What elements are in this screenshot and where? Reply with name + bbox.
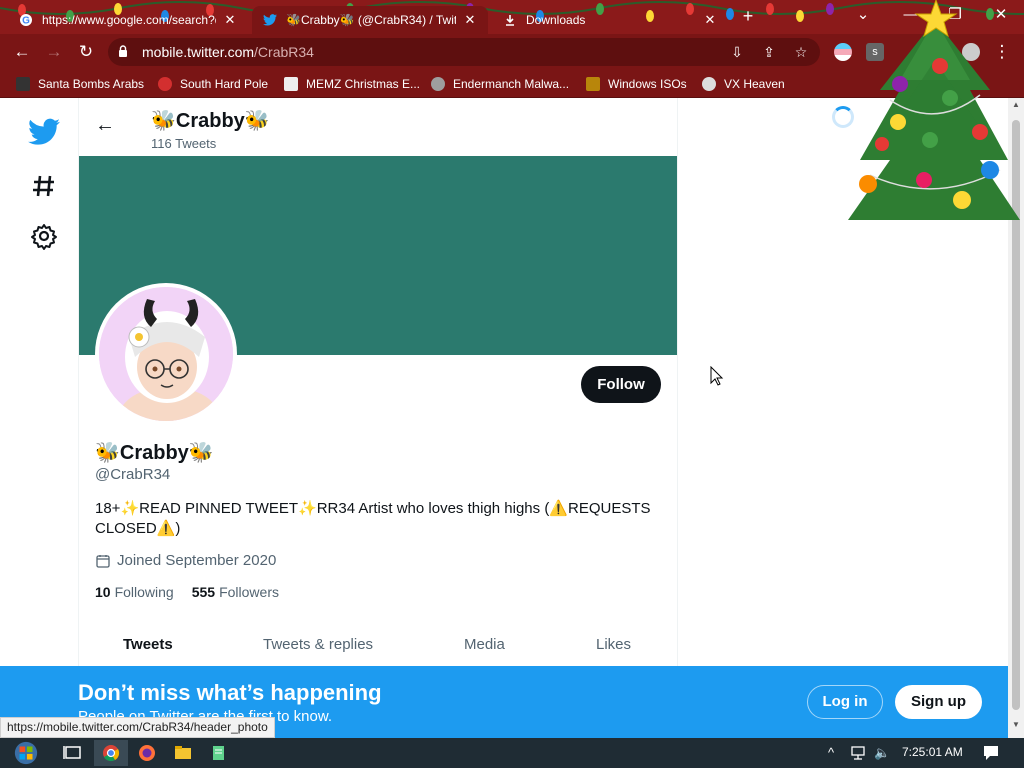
google-icon: G — [18, 12, 34, 28]
lock-icon — [119, 45, 127, 57]
followers-count: 555 — [191, 584, 216, 600]
task-view-icon[interactable] — [56, 740, 90, 766]
windows-taskbar: ^ 🔈 7:25:01 AM — [0, 738, 1024, 768]
profile-bio: 18+✨READ PINNED TWEET✨RR34 Artist who lo… — [95, 500, 651, 537]
follow-button[interactable]: Follow — [581, 366, 661, 403]
tab-label: Downloads — [526, 13, 586, 27]
bookmark-item[interactable]: MEMZ Christmas E... — [284, 75, 420, 93]
url-host: mobile.twitter.com — [142, 44, 255, 60]
bookmark-item[interactable]: Endermanch Malwa... — [431, 75, 569, 93]
taskbar-clock[interactable]: 7:25:01 AM — [902, 745, 963, 759]
address-bar[interactable]: mobile.twitter.com/CrabR34 ⇩ ⇪ ☆ — [108, 38, 820, 66]
tab-likes[interactable]: Likes — [596, 636, 631, 653]
install-app-icon[interactable]: ⇩ — [728, 43, 746, 61]
tab-google-search[interactable]: G https://www.google.com/search?q= ✕ — [8, 6, 248, 34]
network-icon[interactable] — [850, 745, 868, 761]
bookmark-item[interactable]: VX Heaven — [702, 75, 785, 93]
screen: G https://www.google.com/search?q= ✕ 🐝Cr… — [0, 0, 1024, 768]
svg-text:G: G — [22, 16, 30, 27]
vx-heaven-icon — [702, 77, 716, 91]
download-icon — [502, 12, 518, 28]
profile-header-bar: ← 🐝Crabby🐝 116 Tweets — [79, 98, 677, 156]
tab-media[interactable]: Media — [464, 636, 505, 653]
bookmark-item[interactable]: Santa Bombs Arabs — [16, 75, 144, 93]
bookmark-label: Santa Bombs Arabs — [38, 77, 145, 91]
bookmark-item[interactable]: Windows ISOs — [586, 75, 687, 93]
follow-stats: 10 Following 555 Followers — [95, 584, 279, 600]
memz-icon — [284, 77, 298, 91]
column-divider — [677, 98, 678, 668]
reload-icon[interactable]: ↻ — [74, 40, 98, 64]
joined-text: Joined September 2020 — [117, 552, 277, 569]
following-label: Following — [114, 584, 174, 600]
back-arrow-icon[interactable]: ← — [93, 114, 117, 138]
profile-name: 🐝Crabby🐝 — [95, 442, 214, 464]
promo-title: Don’t miss what’s happening — [78, 680, 382, 705]
tab-downloads[interactable]: Downloads ✕ — [492, 6, 728, 34]
volume-icon[interactable]: 🔈 — [874, 745, 890, 761]
bomb-icon — [16, 77, 30, 91]
avatar[interactable] — [95, 283, 237, 425]
notepad-icon[interactable] — [202, 740, 236, 766]
new-tab-button[interactable]: + — [738, 6, 758, 28]
followers-link[interactable]: 555 Followers — [192, 584, 279, 600]
start-button-icon[interactable] — [6, 740, 46, 766]
share-icon[interactable]: ⇪ — [760, 43, 778, 61]
bookmark-label: Windows ISOs — [608, 77, 687, 91]
profile-tabs: Tweets Tweets & replies Media Likes — [79, 626, 677, 668]
tab-label: 🐝Crabby🐝 (@CrabR34) / Twitter — [286, 13, 456, 27]
twitter-icon — [262, 12, 278, 28]
forward-arrow-icon[interactable]: → — [42, 40, 66, 64]
joined-date: Joined September 2020 — [95, 552, 276, 569]
bookmark-label: Endermanch Malwa... — [453, 77, 570, 91]
back-arrow-icon[interactable]: ← — [10, 40, 34, 64]
calendar-icon — [96, 554, 110, 568]
status-bar-url: https://mobile.twitter.com/CrabR34/heade… — [0, 717, 275, 738]
bookmark-label: South Hard Pole — [180, 77, 269, 91]
bookmark-label: VX Heaven — [724, 77, 785, 91]
tab-twitter-profile[interactable]: 🐝Crabby🐝 (@CrabR34) / Twitter ✕ — [252, 6, 488, 34]
header-profile-name: 🐝Crabby🐝 — [151, 110, 270, 132]
scroll-down-arrow-icon[interactable]: ▼ — [1008, 718, 1024, 732]
tray-chevron-icon[interactable]: ^ — [828, 745, 834, 760]
bookmark-label: MEMZ Christmas E... — [306, 77, 421, 91]
hashtag-explore-icon[interactable] — [28, 170, 60, 202]
snowflake-icon — [158, 77, 172, 91]
mouse-cursor-icon — [710, 366, 724, 386]
tab-tweets[interactable]: Tweets — [123, 636, 173, 653]
windows-iso-icon — [586, 77, 600, 91]
christmas-tree-decoration — [848, 0, 1020, 220]
firefox-icon[interactable] — [130, 740, 164, 766]
tab-close-icon[interactable]: ✕ — [702, 12, 718, 28]
tab-close-icon[interactable]: ✕ — [462, 12, 478, 28]
tab-label: https://www.google.com/search?q= — [42, 13, 216, 27]
settings-gear-icon[interactable] — [28, 220, 60, 252]
enderman-icon — [431, 77, 445, 91]
bookmark-item[interactable]: South Hard Pole — [158, 75, 268, 93]
login-button[interactable]: Log in — [807, 685, 883, 719]
tweet-count: 116 Tweets — [151, 136, 217, 151]
file-explorer-icon[interactable] — [166, 740, 200, 766]
twitter-logo-icon[interactable] — [28, 116, 60, 148]
avatar-illustration — [99, 287, 233, 421]
following-count: 10 — [95, 584, 111, 600]
tab-tweets-replies[interactable]: Tweets & replies — [263, 636, 373, 653]
left-nav — [0, 98, 78, 668]
bookmark-star-icon[interactable]: ☆ — [792, 43, 810, 61]
url-text: mobile.twitter.com/CrabR34 — [142, 44, 314, 60]
followers-label: Followers — [219, 584, 279, 600]
action-center-icon[interactable] — [982, 744, 1000, 762]
following-link[interactable]: 10 Following — [95, 584, 174, 600]
tab-close-icon[interactable]: ✕ — [222, 12, 238, 28]
signup-button[interactable]: Sign up — [895, 685, 982, 719]
chrome-icon[interactable] — [94, 740, 128, 766]
profile-handle: @CrabR34 — [95, 466, 171, 483]
url-path: /CrabR34 — [254, 44, 314, 60]
